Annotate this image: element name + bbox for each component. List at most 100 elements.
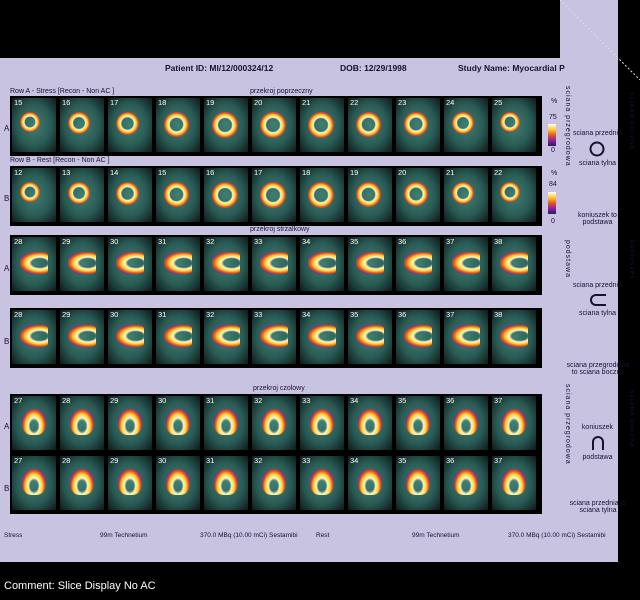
myocardium-uptake: [308, 182, 334, 208]
slice-image[interactable]: 19: [348, 168, 392, 222]
colorbar-b-unit: %: [551, 170, 558, 177]
slice-image[interactable]: 25: [492, 98, 536, 152]
slice-image[interactable]: 18: [156, 98, 200, 152]
slice-image[interactable]: 22: [348, 98, 392, 152]
slice-image[interactable]: 21: [444, 168, 488, 222]
slice-image[interactable]: 38: [492, 310, 536, 364]
slice-image[interactable]: 28: [12, 237, 56, 291]
s3-top-label: koniuszek: [581, 424, 614, 431]
slice-image[interactable]: 37: [492, 396, 536, 450]
slice-image[interactable]: 21: [300, 98, 344, 152]
slice-image[interactable]: 22: [492, 168, 536, 222]
slice-image[interactable]: 28: [12, 310, 56, 364]
slice-number: 29: [62, 310, 71, 319]
slice-image[interactable]: 36: [396, 237, 440, 291]
slice-image[interactable]: 36: [396, 310, 440, 364]
myocardium-uptake: [212, 112, 238, 138]
slice-image[interactable]: 16: [60, 98, 104, 152]
slice-image[interactable]: 30: [156, 396, 200, 450]
slice-number: 32: [254, 396, 263, 405]
slice-image[interactable]: 34: [300, 310, 344, 364]
slice-image[interactable]: 29: [108, 396, 152, 450]
slice-image[interactable]: 13: [60, 168, 104, 222]
slice-image[interactable]: 34: [348, 396, 392, 450]
slice-image[interactable]: 24: [444, 98, 488, 152]
slice-image[interactable]: 37: [492, 456, 536, 510]
slice-image[interactable]: 35: [348, 237, 392, 291]
slice-number: 35: [398, 456, 407, 465]
slice-image[interactable]: 20: [252, 98, 296, 152]
myocardium-uptake: [212, 325, 240, 347]
slice-image[interactable]: 18: [300, 168, 344, 222]
slice-number: 21: [446, 168, 455, 177]
slice-image[interactable]: 19: [204, 98, 248, 152]
myocardium-uptake: [500, 252, 528, 274]
s2-bottom-label: sciana tylna: [579, 310, 616, 317]
slice-image[interactable]: 37: [444, 237, 488, 291]
slice-image[interactable]: 37: [444, 310, 488, 364]
slice-image[interactable]: 33: [300, 456, 344, 510]
slice-image[interactable]: 31: [204, 456, 248, 510]
slice-image[interactable]: 33: [252, 237, 296, 291]
slice-image[interactable]: 35: [348, 310, 392, 364]
slice-image[interactable]: 28: [60, 396, 104, 450]
slice-number: 30: [158, 456, 167, 465]
myocardium-uptake: [500, 112, 521, 133]
slice-image[interactable]: 14: [108, 168, 152, 222]
vert-label-septal-1: sciana przegrodowa: [564, 86, 571, 167]
myocardium-uptake: [164, 182, 189, 207]
slice-number: 35: [398, 396, 407, 405]
vertical-cup-icon: [592, 436, 604, 450]
slice-image[interactable]: 15: [12, 98, 56, 152]
slice-image[interactable]: 35: [396, 396, 440, 450]
slice-image[interactable]: 30: [108, 310, 152, 364]
slice-image[interactable]: 17: [252, 168, 296, 222]
s1b-label: koniuszek to podstawa: [578, 212, 617, 226]
slice-number: 31: [206, 396, 215, 405]
slice-image[interactable]: 29: [60, 237, 104, 291]
slice-image[interactable]: 20: [396, 168, 440, 222]
slice-image[interactable]: 23: [396, 98, 440, 152]
slice-image[interactable]: 33: [300, 396, 344, 450]
slice-image[interactable]: 31: [204, 396, 248, 450]
slice-image[interactable]: 29: [108, 456, 152, 510]
myocardium-uptake: [404, 325, 432, 347]
slice-image[interactable]: 12: [12, 168, 56, 222]
myocardium-uptake: [116, 182, 140, 206]
row-b-label: Row B - Rest [Recon - Non AC ]: [10, 157, 110, 164]
slice-image[interactable]: 32: [252, 456, 296, 510]
slice-number: 13: [62, 168, 71, 177]
slice-image[interactable]: 36: [444, 396, 488, 450]
slice-image[interactable]: 15: [156, 168, 200, 222]
slice-image[interactable]: 31: [156, 237, 200, 291]
slice-image[interactable]: 35: [396, 456, 440, 510]
slice-image[interactable]: 38: [492, 237, 536, 291]
slice-image[interactable]: 31: [156, 310, 200, 364]
slice-image[interactable]: 27: [12, 456, 56, 510]
slice-number: 33: [254, 237, 263, 246]
myocardium-uptake: [310, 469, 334, 495]
comment-text: Comment: Slice Display No AC: [4, 580, 156, 592]
slice-image[interactable]: 30: [156, 456, 200, 510]
myocardium-uptake: [212, 252, 240, 274]
slice-image[interactable]: 29: [60, 310, 104, 364]
slice-image[interactable]: 34: [348, 456, 392, 510]
myocardium-uptake: [20, 182, 40, 202]
slice-number: 14: [110, 168, 119, 177]
slice-image[interactable]: 32: [204, 310, 248, 364]
slice-image[interactable]: 34: [300, 237, 344, 291]
slice-image[interactable]: 33: [252, 310, 296, 364]
slice-number: 21: [302, 98, 311, 107]
slice-image[interactable]: 32: [252, 396, 296, 450]
slice-image[interactable]: 32: [204, 237, 248, 291]
slice-image[interactable]: 28: [60, 456, 104, 510]
slice-image[interactable]: 30: [108, 237, 152, 291]
slice-image[interactable]: 36: [444, 456, 488, 510]
slice-image[interactable]: 27: [12, 396, 56, 450]
s3b-label: sciana przednia to sciana tylna: [569, 500, 627, 514]
slice-image[interactable]: 16: [204, 168, 248, 222]
myocardium-uptake: [68, 182, 90, 204]
slice-image[interactable]: 17: [108, 98, 152, 152]
footer-rest: Rest: [316, 532, 330, 539]
myocardium-uptake: [70, 409, 94, 435]
